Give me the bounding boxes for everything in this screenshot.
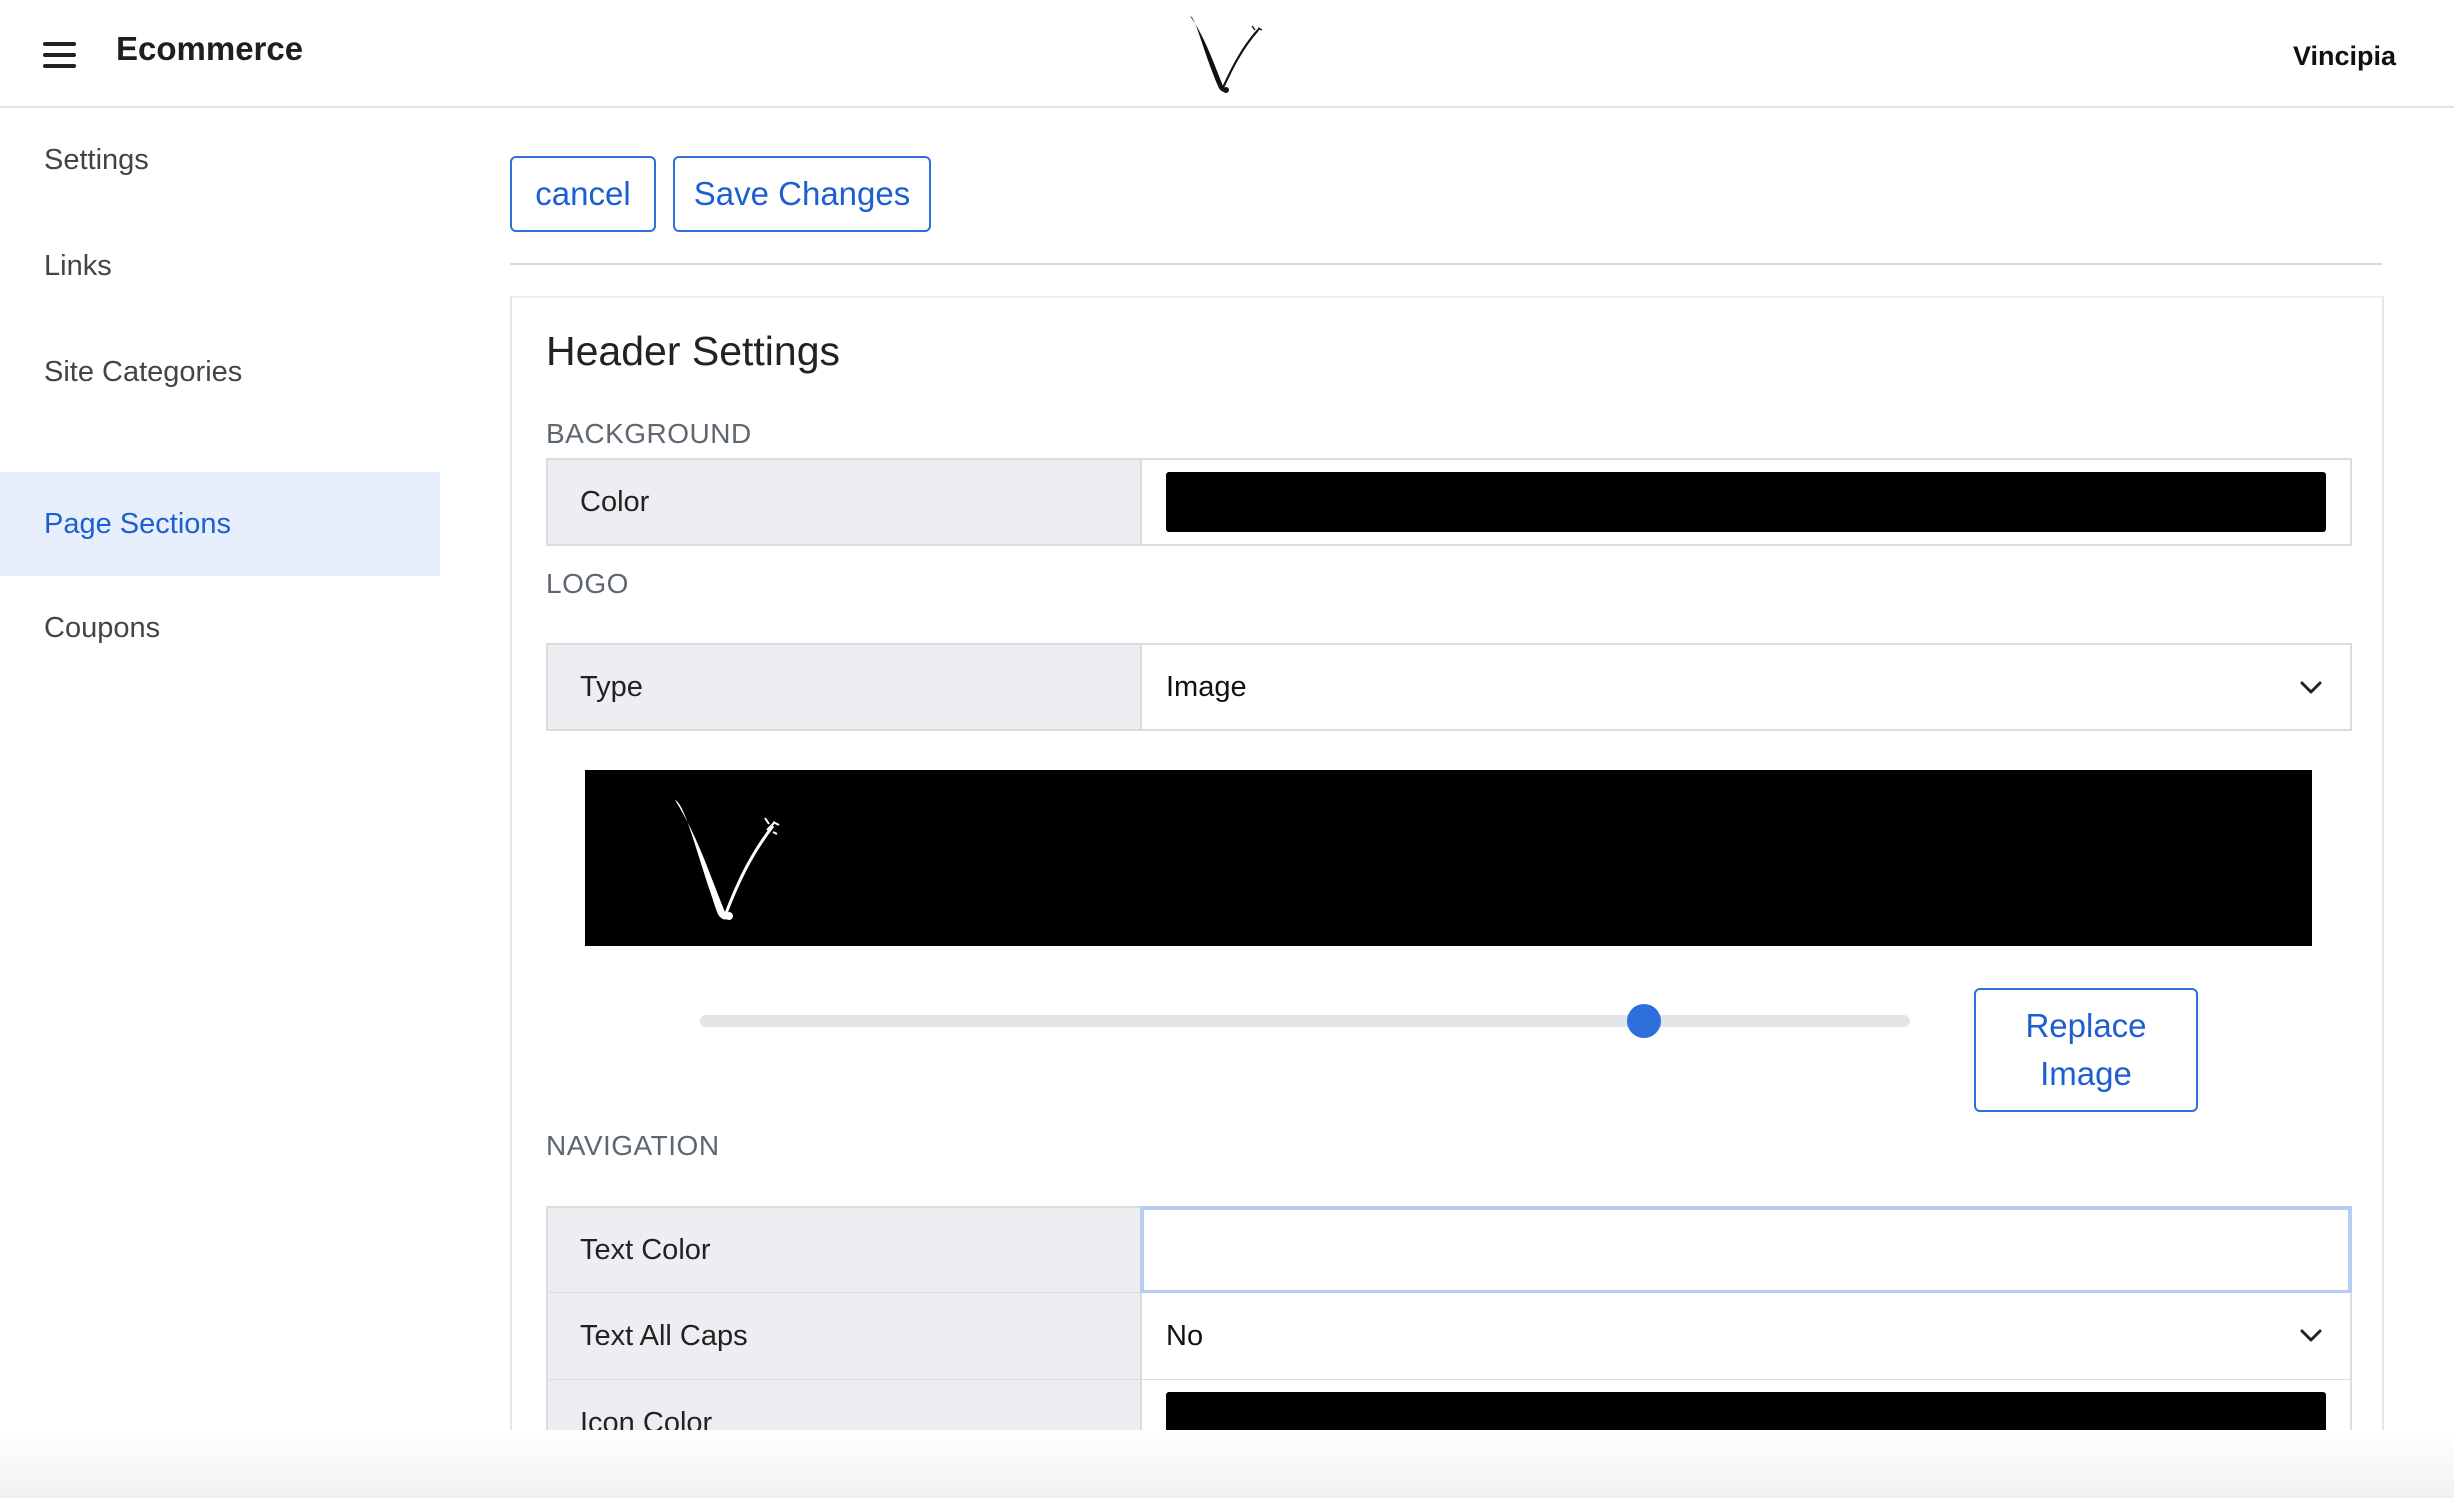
sidebar-item-coupons[interactable]: Coupons <box>0 576 440 680</box>
chevron-down-icon <box>2300 1329 2322 1342</box>
script-v-logo-icon <box>675 800 780 920</box>
replace-label-line2: Image <box>2040 1055 2132 1092</box>
save-changes-button[interactable]: Save Changes <box>673 156 931 232</box>
logo-size-slider[interactable] <box>700 1004 1910 1038</box>
replace-label-line1: Replace <box>2025 1007 2147 1044</box>
top-bar: Ecommerce Vincipia <box>0 0 2454 108</box>
navigation-section-label: NAVIGATION <box>546 1130 720 1161</box>
logo-type-row: Type Image <box>546 643 2352 731</box>
logo-type-select[interactable]: Image <box>1142 645 2350 729</box>
app-title: Ecommerce <box>116 30 304 67</box>
replace-image-button[interactable]: Replace Image <box>1974 988 2198 1112</box>
sidebar-item-page-sections[interactable]: Page Sections <box>0 472 440 576</box>
background-color-swatch[interactable] <box>1166 472 2326 532</box>
logo-type-label: Type <box>548 645 1142 729</box>
text-all-caps-select[interactable]: No <box>1142 1293 2350 1379</box>
header-settings-card: Header Settings BACKGROUND Color LOGO Ty… <box>510 296 2384 1436</box>
text-all-caps-row: Text All Caps No <box>546 1293 2352 1381</box>
slider-thumb[interactable] <box>1626 1004 1661 1038</box>
user-name[interactable]: Vincipia <box>2293 41 2396 72</box>
sidebar-item-links[interactable]: Links <box>0 214 440 318</box>
background-section-label: BACKGROUND <box>546 418 752 449</box>
card-title: Header Settings <box>546 328 841 374</box>
sidebar-item-settings[interactable]: Settings <box>0 108 440 212</box>
logo-type-value: Image <box>1166 670 1247 703</box>
toolbar-divider <box>510 263 2382 265</box>
hamburger-menu-icon[interactable] <box>40 36 80 72</box>
text-color-label: Text Color <box>548 1208 1142 1292</box>
text-color-row: Text Color <box>546 1206 2352 1294</box>
text-color-input[interactable] <box>1140 1206 2352 1294</box>
text-all-caps-value: No <box>1166 1319 1204 1352</box>
icon-color-label: Icon Color <box>548 1380 1142 1436</box>
background-color-row: Color <box>546 458 2352 546</box>
logo-section-label: LOGO <box>546 568 629 599</box>
text-all-caps-label: Text All Caps <box>548 1293 1142 1379</box>
icon-color-row: Icon Color <box>546 1380 2352 1436</box>
logo-preview-image <box>585 770 2312 946</box>
brand-logo-icon[interactable] <box>1180 8 1270 96</box>
background-color-label: Color <box>548 460 1142 544</box>
cancel-button[interactable]: cancel <box>510 156 656 232</box>
chevron-down-icon <box>2300 681 2322 694</box>
sidebar-item-site-categories[interactable]: Site Categories <box>0 320 440 424</box>
bottom-fade <box>0 1430 2454 1498</box>
slider-track <box>700 1015 1910 1027</box>
